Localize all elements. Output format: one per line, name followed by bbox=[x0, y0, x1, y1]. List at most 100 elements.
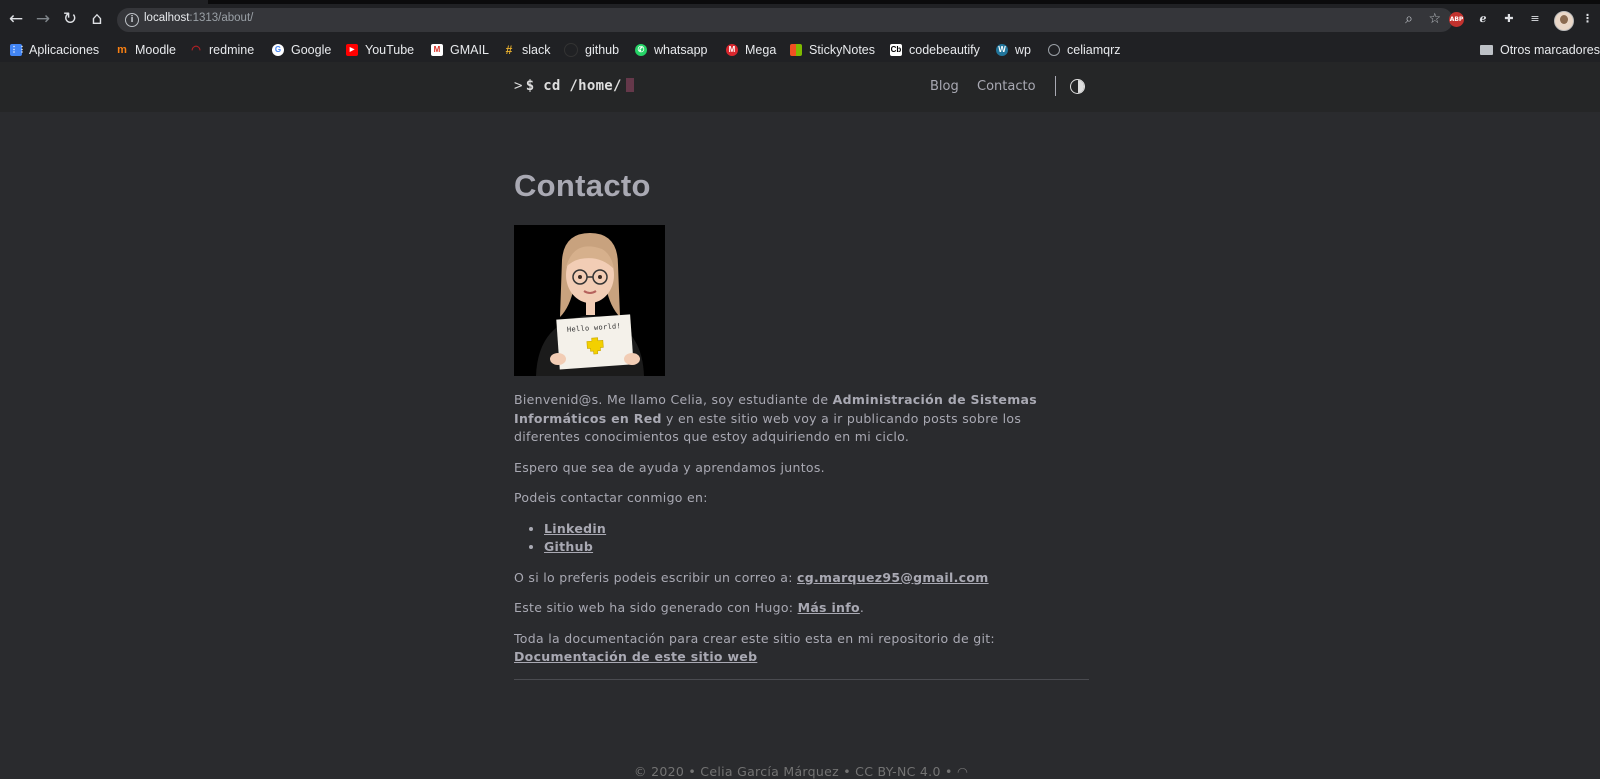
bookmark-stickynotes[interactable]: StickyNotes bbox=[790, 41, 875, 59]
github-icon bbox=[564, 43, 578, 57]
google-icon: G bbox=[272, 44, 284, 56]
bookmark-redmine[interactable]: ◠ redmine bbox=[190, 41, 254, 59]
forward-icon[interactable]: → bbox=[32, 8, 54, 30]
hugo-text-end: . bbox=[859, 600, 865, 615]
contact-links-list: Linkedin Github bbox=[514, 520, 1089, 557]
adblock-plus-icon[interactable]: ABP bbox=[1449, 12, 1464, 27]
intro-paragraph: Bienvenid@s. Me llamo Celia, soy estudia… bbox=[514, 391, 1089, 447]
slack-icon: # bbox=[505, 43, 513, 57]
youtube-icon: ▶ bbox=[346, 44, 358, 56]
site-info-icon[interactable]: i bbox=[125, 13, 139, 27]
avatar-illustration: Hello world! bbox=[514, 225, 665, 376]
email-link[interactable]: cg.marquez95@gmail.com bbox=[797, 570, 989, 585]
nav-contacto[interactable]: Contacto bbox=[977, 79, 1036, 94]
url-path: :1313/about/ bbox=[189, 12, 254, 24]
bookmark-label: github bbox=[585, 43, 620, 57]
bookmark-github[interactable]: github bbox=[564, 41, 619, 59]
media-queue-icon[interactable]: ≡ bbox=[1528, 10, 1542, 28]
email-text: O si lo preferis podeis escribir un corr… bbox=[514, 569, 797, 585]
hugo-paragraph: Este sitio web ha sido generado con Hugo… bbox=[514, 599, 1089, 618]
address-bar[interactable]: i localhost:1313/about/ ⌕ ☆ bbox=[117, 8, 1453, 32]
folder-icon bbox=[1479, 45, 1493, 55]
profile-photo: Hello world! bbox=[514, 225, 665, 376]
help-paragraph: Espero que sea de ayuda y aprendamos jun… bbox=[514, 459, 825, 475]
bookmark-wp[interactable]: W wp bbox=[996, 41, 1031, 59]
bookmark-label: YouTube bbox=[365, 43, 415, 57]
stickynotes-icon bbox=[790, 44, 802, 56]
list-item: Linkedin bbox=[544, 520, 1089, 539]
content-divider bbox=[514, 678, 1089, 680]
menu-divider bbox=[1055, 76, 1056, 96]
codebeautify-icon: Cb bbox=[890, 44, 902, 56]
extension-icon[interactable]: ℯ bbox=[1476, 10, 1490, 28]
bookmark-whatsapp[interactable]: ✆ whatsapp bbox=[635, 41, 708, 59]
moodle-icon: m bbox=[117, 44, 127, 56]
gmail-icon: M bbox=[431, 44, 443, 56]
main-content: Contacto Hello world! Bienvenid@s. Me ll… bbox=[514, 112, 1089, 680]
bookmarks-bar: ⋮⋮ Aplicaciones m Moodle ◠ redmine G Goo… bbox=[0, 38, 1600, 62]
nav-blog[interactable]: Blog bbox=[930, 79, 959, 94]
docs-link[interactable]: Documentación de este sitio web bbox=[514, 649, 757, 664]
bookmark-label: celiamqrz bbox=[1067, 43, 1121, 57]
zoom-icon[interactable]: ⌕ bbox=[1405, 11, 1413, 27]
bookmark-label: Google bbox=[291, 43, 332, 57]
bookmark-label: Moodle bbox=[135, 43, 176, 57]
bookmark-label: whatsapp bbox=[654, 43, 708, 57]
bookmark-label: Aplicaciones bbox=[29, 43, 100, 57]
bookmark-star-icon[interactable]: ☆ bbox=[1428, 11, 1441, 27]
apps-grid-icon: ⋮⋮ bbox=[10, 44, 26, 56]
bookmark-label: wp bbox=[1015, 43, 1031, 57]
bookmark-label: codebeautify bbox=[909, 43, 980, 57]
logo-prompt: > bbox=[514, 78, 523, 94]
hugo-text: Este sitio web ha sido generado con Hugo… bbox=[514, 600, 798, 615]
hugo-link[interactable]: Más info bbox=[798, 600, 860, 615]
whatsapp-icon: ✆ bbox=[635, 44, 647, 56]
theme-toggle-icon[interactable] bbox=[1070, 79, 1085, 94]
bookmark-codebeautify[interactable]: Cb codebeautify bbox=[890, 41, 980, 59]
github-link[interactable]: Github bbox=[544, 539, 593, 554]
footer-text: © 2020 • Celia García Márquez • CC BY-NC… bbox=[634, 764, 953, 779]
other-bookmarks[interactable]: Otros marcadores bbox=[1479, 41, 1600, 59]
bookmark-youtube[interactable]: ▶ YouTube bbox=[346, 41, 414, 59]
site-footer: © 2020 • Celia García Márquez • CC BY-NC… bbox=[634, 764, 968, 779]
bookmark-label: slack bbox=[522, 43, 551, 57]
bookmark-slack[interactable]: # slack bbox=[503, 41, 551, 59]
bookmark-label: Mega bbox=[745, 43, 777, 57]
bookmark-celiamqrz[interactable]: celiamqrz bbox=[1048, 41, 1121, 59]
bookmark-label: StickyNotes bbox=[809, 43, 875, 57]
page-title: Contacto bbox=[514, 168, 651, 203]
bookmark-mega[interactable]: M Mega bbox=[726, 41, 776, 59]
docs-paragraph: Toda la documentación para crear este si… bbox=[514, 630, 1089, 667]
logo-cursor bbox=[625, 78, 634, 92]
list-item: Github bbox=[544, 538, 1089, 557]
menu-kebab-icon[interactable]: ⋮ bbox=[1582, 10, 1593, 28]
address-url[interactable]: localhost:1313/about/ bbox=[144, 12, 253, 24]
site-icon bbox=[1048, 44, 1060, 56]
redmine-icon: ◠ bbox=[191, 44, 201, 56]
contact-paragraph: Podeis contactar conmigo en: bbox=[514, 490, 708, 505]
reload-icon[interactable]: ↻ bbox=[59, 8, 81, 30]
other-bookmarks-label: Otros marcadores bbox=[1499, 43, 1600, 57]
bookmark-google[interactable]: G Google bbox=[272, 41, 331, 59]
home-icon[interactable]: ⌂ bbox=[86, 8, 108, 30]
intro-text: Bienvenid@s. Me llamo Celia, soy estudia… bbox=[514, 392, 833, 407]
site-logo[interactable]: > $ cd /home/ bbox=[514, 78, 634, 94]
bookmark-gmail[interactable]: M GMAIL bbox=[431, 41, 489, 59]
bookmark-label: redmine bbox=[209, 43, 255, 57]
profile-avatar[interactable] bbox=[1554, 11, 1574, 31]
site-header: > $ cd /home/ Blog Contacto bbox=[0, 62, 1600, 112]
bookmark-label: GMAIL bbox=[450, 43, 489, 57]
email-paragraph: O si lo preferis podeis escribir un corr… bbox=[514, 569, 1089, 588]
extensions-puzzle-icon[interactable]: ✚ bbox=[1502, 10, 1516, 28]
mega-icon: M bbox=[726, 44, 738, 56]
logo-text: $ cd /home/ bbox=[525, 78, 622, 94]
bookmark-moodle[interactable]: m Moodle bbox=[116, 41, 176, 59]
back-icon[interactable]: ← bbox=[5, 8, 27, 30]
window-top-strip bbox=[208, 0, 1600, 4]
browser-toolbar: ← → ↻ ⌂ i localhost:1313/about/ ⌕ ☆ ABP … bbox=[0, 0, 1600, 38]
bookmark-aplicaciones[interactable]: ⋮⋮ Aplicaciones bbox=[10, 41, 99, 59]
wordpress-icon: W bbox=[996, 44, 1008, 56]
linkedin-link[interactable]: Linkedin bbox=[544, 521, 606, 536]
rss-icon[interactable]: ◠ bbox=[957, 764, 968, 779]
docs-text: Toda la documentación para crear este si… bbox=[514, 630, 995, 646]
